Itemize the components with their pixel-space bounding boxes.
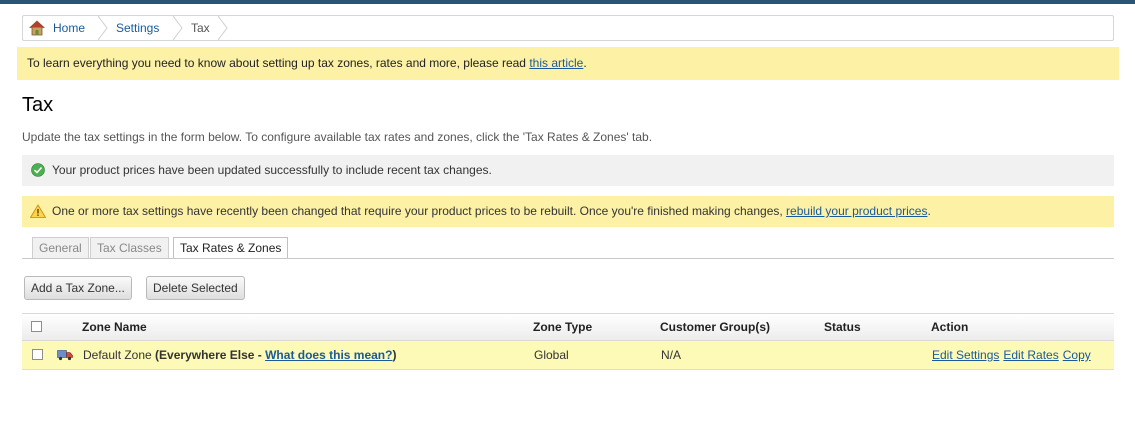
table-row: Default Zone (Everywhere Else - What doe… bbox=[22, 341, 1114, 370]
tab-tax-rates-zones[interactable]: Tax Rates & Zones bbox=[173, 237, 289, 259]
warning-message: One or more tax settings have recently b… bbox=[22, 196, 1114, 227]
action-cell: Edit Settings Edit Rates Copy bbox=[932, 341, 1095, 369]
top-bar bbox=[0, 0, 1135, 4]
breadcrumb: Home Settings Tax bbox=[22, 15, 1114, 41]
edit-rates-link[interactable]: Edit Rates bbox=[1003, 348, 1058, 362]
zone-description-prefix: (Everywhere Else - bbox=[151, 348, 266, 362]
zones-table-header: Zone Name Zone Type Customer Group(s) St… bbox=[22, 313, 1114, 341]
info-bar-suffix: . bbox=[583, 56, 587, 70]
breadcrumb-separator-icon bbox=[217, 16, 228, 40]
column-status[interactable]: Status bbox=[824, 314, 861, 340]
breadcrumb-separator-icon bbox=[172, 16, 183, 40]
breadcrumb-separator-icon bbox=[97, 16, 108, 40]
breadcrumb-current: Tax bbox=[191, 21, 210, 35]
add-tax-zone-button[interactable]: Add a Tax Zone... bbox=[24, 276, 132, 300]
zone-type-cell: Global bbox=[534, 348, 569, 362]
delete-selected-button[interactable]: Delete Selected bbox=[146, 276, 245, 300]
copy-link[interactable]: Copy bbox=[1063, 348, 1091, 362]
tabs-divider bbox=[22, 258, 1114, 259]
success-check-icon bbox=[31, 163, 45, 177]
breadcrumb-home-link[interactable]: Home bbox=[53, 16, 85, 40]
zone-name-cell: Default Zone (Everywhere Else - What doe… bbox=[83, 341, 396, 369]
zone-description-suffix: ) bbox=[392, 348, 397, 362]
warning-message-suffix: . bbox=[927, 204, 931, 218]
column-zone-type[interactable]: Zone Type bbox=[533, 314, 592, 340]
what-does-this-mean-link[interactable]: What does this mean? bbox=[265, 348, 392, 362]
row-select-checkbox[interactable] bbox=[32, 349, 43, 360]
success-message: Your product prices have been updated su… bbox=[22, 155, 1114, 186]
column-zone-name[interactable]: Zone Name bbox=[82, 314, 147, 340]
column-customer-groups[interactable]: Customer Group(s) bbox=[660, 314, 770, 340]
success-message-text: Your product prices have been updated su… bbox=[52, 163, 492, 177]
home-icon[interactable] bbox=[29, 20, 45, 36]
info-bar-text: To learn everything you need to know abo… bbox=[27, 56, 530, 70]
column-action: Action bbox=[931, 320, 969, 334]
edit-settings-link[interactable]: Edit Settings bbox=[932, 348, 999, 362]
tab-general[interactable]: General bbox=[32, 237, 89, 258]
zone-name: Default Zone bbox=[83, 348, 152, 362]
rebuild-product-prices-link[interactable]: rebuild your product prices bbox=[786, 204, 927, 218]
this-article-link[interactable]: this article bbox=[529, 56, 583, 70]
breadcrumb-settings-link[interactable]: Settings bbox=[116, 16, 159, 40]
page-intro: Update the tax settings in the form belo… bbox=[22, 130, 653, 144]
select-all-checkbox[interactable] bbox=[31, 321, 42, 332]
page-title: Tax bbox=[22, 94, 54, 116]
customer-groups-cell: N/A bbox=[661, 348, 682, 362]
info-bar: To learn everything you need to know abo… bbox=[17, 47, 1119, 80]
zone-description: (Everywhere Else - What does this mean?) bbox=[151, 348, 397, 362]
warning-icon bbox=[30, 204, 46, 218]
shipping-truck-icon bbox=[57, 350, 73, 361]
warning-message-text: One or more tax settings have recently b… bbox=[52, 204, 787, 218]
tab-tax-classes[interactable]: Tax Classes bbox=[90, 237, 169, 258]
